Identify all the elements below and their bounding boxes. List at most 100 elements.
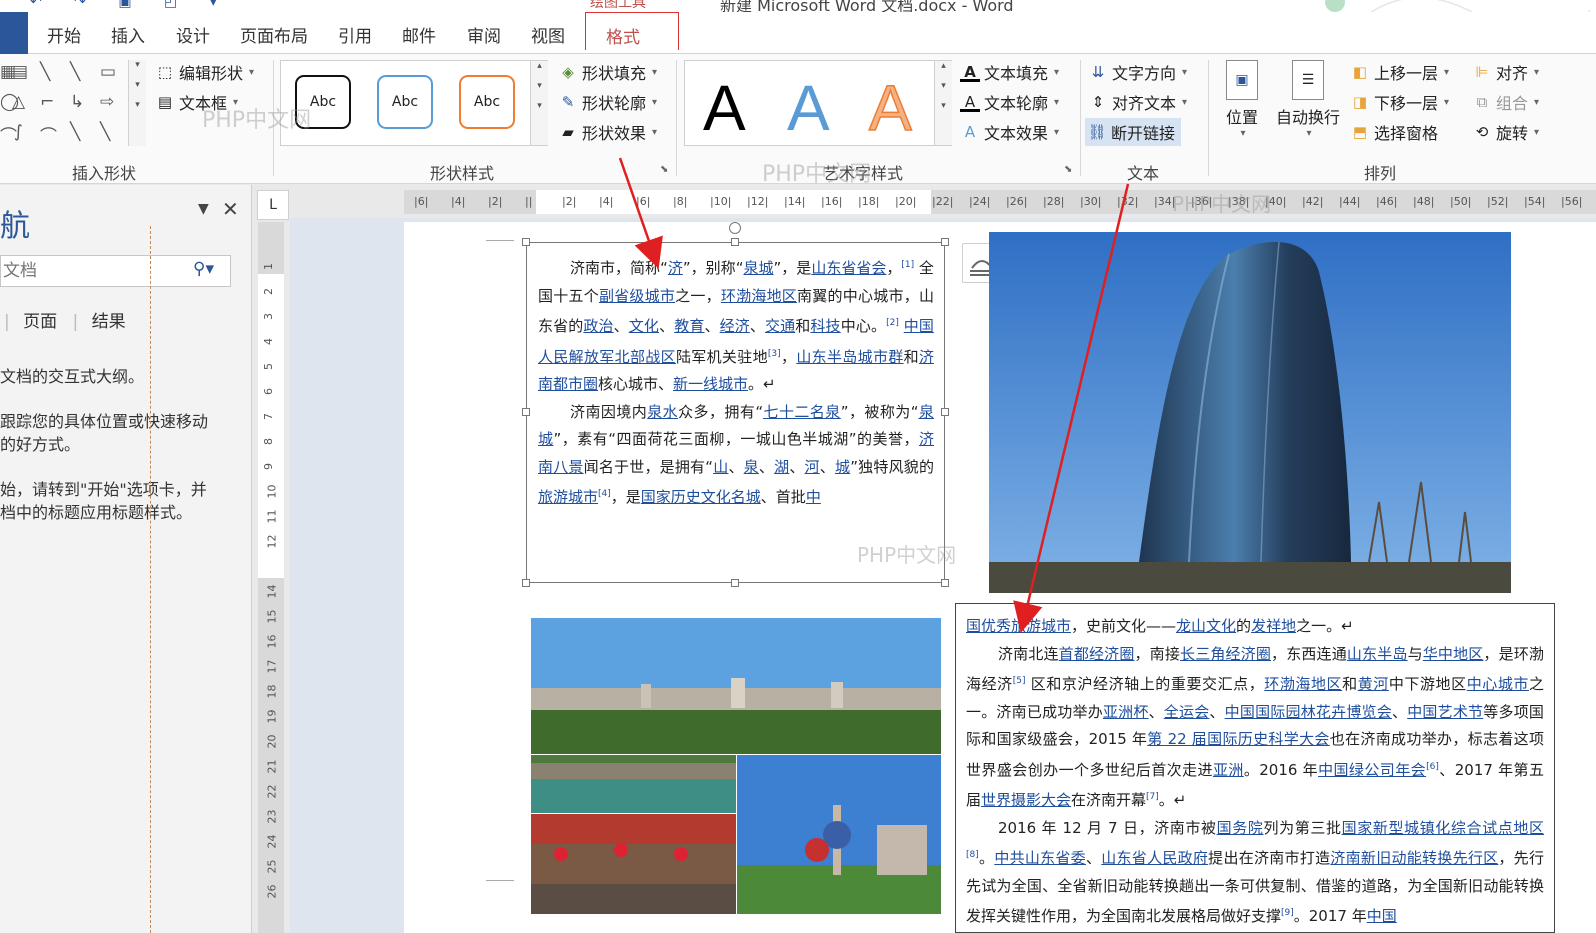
shape-style-blue[interactable]: Abc [377,75,433,129]
tab-references[interactable]: 引用 [338,22,372,47]
resize-handle[interactable] [941,579,949,587]
rotate-button[interactable]: ⟲ 旋转 ▾ [1472,120,1539,144]
align-text-button[interactable]: ⇕ 对齐文本 ▾ [1088,90,1187,114]
text-effects-button[interactable]: A 文本效果 ▾ [960,120,1059,144]
text-box-1[interactable]: 济南市，简称“济”，别称“泉城”，是山东省省会，[1] 全国十五个副省级城市之一… [526,242,956,583]
quick-access-toolbar[interactable]: ↶ ↷ ▣ ◰ ▾ [30,0,231,10]
group-button[interactable]: ⧉ 组合 ▾ [1472,90,1539,114]
tower-photo[interactable] [989,232,1511,593]
search-icon[interactable]: ⚲▾ [193,259,214,279]
resize-handle[interactable] [941,238,949,246]
diagonal-arrow-icon[interactable]: ╲ [100,122,110,142]
line-shape-icon[interactable]: ╲ [40,62,50,82]
ruler-tick-label: |4| [599,195,614,208]
tab-mailings[interactable]: 邮件 [402,22,436,47]
triangle-icon[interactable]: △ [12,92,25,112]
chevron-down-icon: ▾ [1444,66,1450,78]
tab-format[interactable]: 格式 [585,12,679,50]
monument-photo[interactable] [737,755,941,914]
ruler-tick-label: 23 [265,809,279,824]
tab-selector[interactable]: L [257,190,289,220]
rectangle-icon[interactable]: ▭ [100,62,116,82]
text-fill-label: 文本填充 [984,64,1049,83]
tab-results[interactable]: 结果 [92,312,126,332]
text-group-label: 文本 [1127,164,1160,183]
chevron-down-icon: ▾ [1054,126,1060,138]
resize-handle[interactable] [522,579,530,587]
chevron-down-icon: ▾ [1534,66,1540,78]
selection-pane-button[interactable]: ⬒ 选择窗格 [1350,120,1438,144]
break-link-button[interactable]: ⛓ 断开链接 [1085,118,1182,146]
text-outline-button[interactable]: A 文本轮廓 ▾ [960,90,1059,114]
text-box-2[interactable]: 国优秀旅游城市，史前文化——龙山文化的发祥地之一。↵ 济南北连首都经济圈，南接长… [955,603,1555,933]
shapes-gallery-scroll[interactable]: ▾ ▾ ▾ [128,60,146,146]
file-tab[interactable] [0,12,28,54]
right-arrow-icon[interactable]: ⇨ [100,92,114,112]
rotate-handle[interactable] [729,222,741,234]
shapes-gallery[interactable]: ▦ ▤ ╲ ╲ ▭ ◯ △ ⌐ ↳ ⇨ ⌒ ∫ ⌒ ╲ ╲ ▾ ▾ ▾ [0,60,148,147]
align-button[interactable]: ⊫ 对齐 ▾ [1472,60,1539,84]
wordart-style-orange[interactable]: A [868,72,912,144]
close-icon[interactable]: ✕ [222,197,239,221]
nav-help-text: 文档的交互式大纲。 [0,367,145,386]
tab-home[interactable]: 开始 [47,22,81,47]
chevron-down-icon: ▾ [1240,128,1246,139]
bring-forward-button[interactable]: ◧ 上移一层 ▾ [1350,60,1449,84]
arrow-line-icon[interactable]: ╲ [70,62,80,82]
arc-icon[interactable]: ⌒ [40,122,57,147]
street-photo[interactable] [531,814,736,914]
ruler-tick-label: |2| [488,195,503,208]
tab-review[interactable]: 审阅 [467,22,501,47]
resize-handle[interactable] [941,408,949,416]
dialog-launcher-icon[interactable]: ⬊ [1064,164,1072,175]
text-fill-button[interactable]: A 文本填充 ▾ [960,60,1059,84]
resize-handle[interactable] [522,408,530,416]
text-direction-button[interactable]: ⇊ 文字方向 ▾ [1088,60,1187,84]
wordart-gallery[interactable]: A A A ▴ ▾ ▾ [684,60,952,146]
nav-help-text: 档中的标题应用标题样式。 [0,503,193,522]
elbow-connector-icon[interactable]: ⌐ [40,92,54,112]
nav-search-input[interactable] [1,256,186,286]
wrap-text-button[interactable]: ☰ 自动换行 ▾ [1270,60,1346,139]
shape-fill-button[interactable]: ◈ 形状填充 ▾ [558,60,657,84]
watermark: PHP中文网 [762,162,872,187]
spring-pool-photo[interactable] [531,755,736,813]
city-skyline-photo[interactable] [531,618,941,754]
tab-page-layout[interactable]: 页面布局 [240,22,308,47]
chevron-down-icon: ▾ [1534,96,1540,108]
wordart-style-blue[interactable]: A [787,73,830,143]
resize-handle[interactable] [731,238,739,246]
shape-style-orange[interactable]: Abc [459,75,515,129]
tab-view[interactable]: 视图 [531,22,565,47]
dialog-launcher-icon[interactable]: ⬊ [660,164,668,175]
tab-pages[interactable]: 页面 [23,312,57,332]
corner-mark [486,880,514,881]
position-button[interactable]: ▣ 位置 ▾ [1220,60,1264,139]
shape-outline-button[interactable]: ✎ 形状轮廓 ▾ [558,90,657,114]
shape-styles-scroll[interactable]: ▴ ▾ ▾ [530,61,548,145]
horizontal-ruler[interactable]: |6| |4| |2| || |2| |4| |6| |8| |10| |12| |14| |16| |… [404,190,1596,214]
chevron-down-icon[interactable]: ▼ [198,201,209,217]
diagonal-line-icon[interactable]: ╲ [70,122,80,142]
elbow-arrow-icon[interactable]: ↳ [70,92,84,112]
edit-shape-button[interactable]: ⬚ 编辑形状 ▾ [155,60,254,84]
tab-design[interactable]: 设计 [176,22,210,47]
freeform-icon[interactable]: ∫ [14,122,23,142]
resize-handle[interactable] [522,238,530,246]
table-shape-icon[interactable]: ▤ [12,62,28,82]
shape-effects-button[interactable]: ▰ 形状效果 ▾ [558,120,657,144]
resize-handle[interactable] [731,579,739,587]
ruler-tick-label: |14| [784,195,806,208]
text-box-2-content[interactable]: 国优秀旅游城市，史前文化——龙山文化的发祥地之一。↵ 济南北连首都经济圈，南接长… [966,613,1544,931]
tab-insert[interactable]: 插入 [111,22,145,47]
nav-search-box[interactable]: ⚲▾ [0,255,231,287]
text-box-1-content[interactable]: 济南市，简称“济”，别称“泉城”，是山东省省会，[1] 全国十五个副省级城市之一… [538,252,934,512]
wordart-scroll[interactable]: ▴ ▾ ▾ [934,61,952,145]
wordart-style-black[interactable]: A [703,73,746,143]
ruler-tick-label: || [525,195,533,208]
pencil-icon: ✎ [561,93,575,111]
edit-shape-label: 编辑形状 [179,64,244,83]
vertical-ruler[interactable]: 1 2 3 4 5 6 7 8 9 10 11 12 14 15 16 17 18 19 20 21 22 23 24 25 2… [258,222,284,933]
shape-styles-gallery[interactable]: Abc Abc Abc ▴ ▾ ▾ [280,60,548,146]
send-backward-button[interactable]: ◨ 下移一层 ▾ [1350,90,1449,114]
